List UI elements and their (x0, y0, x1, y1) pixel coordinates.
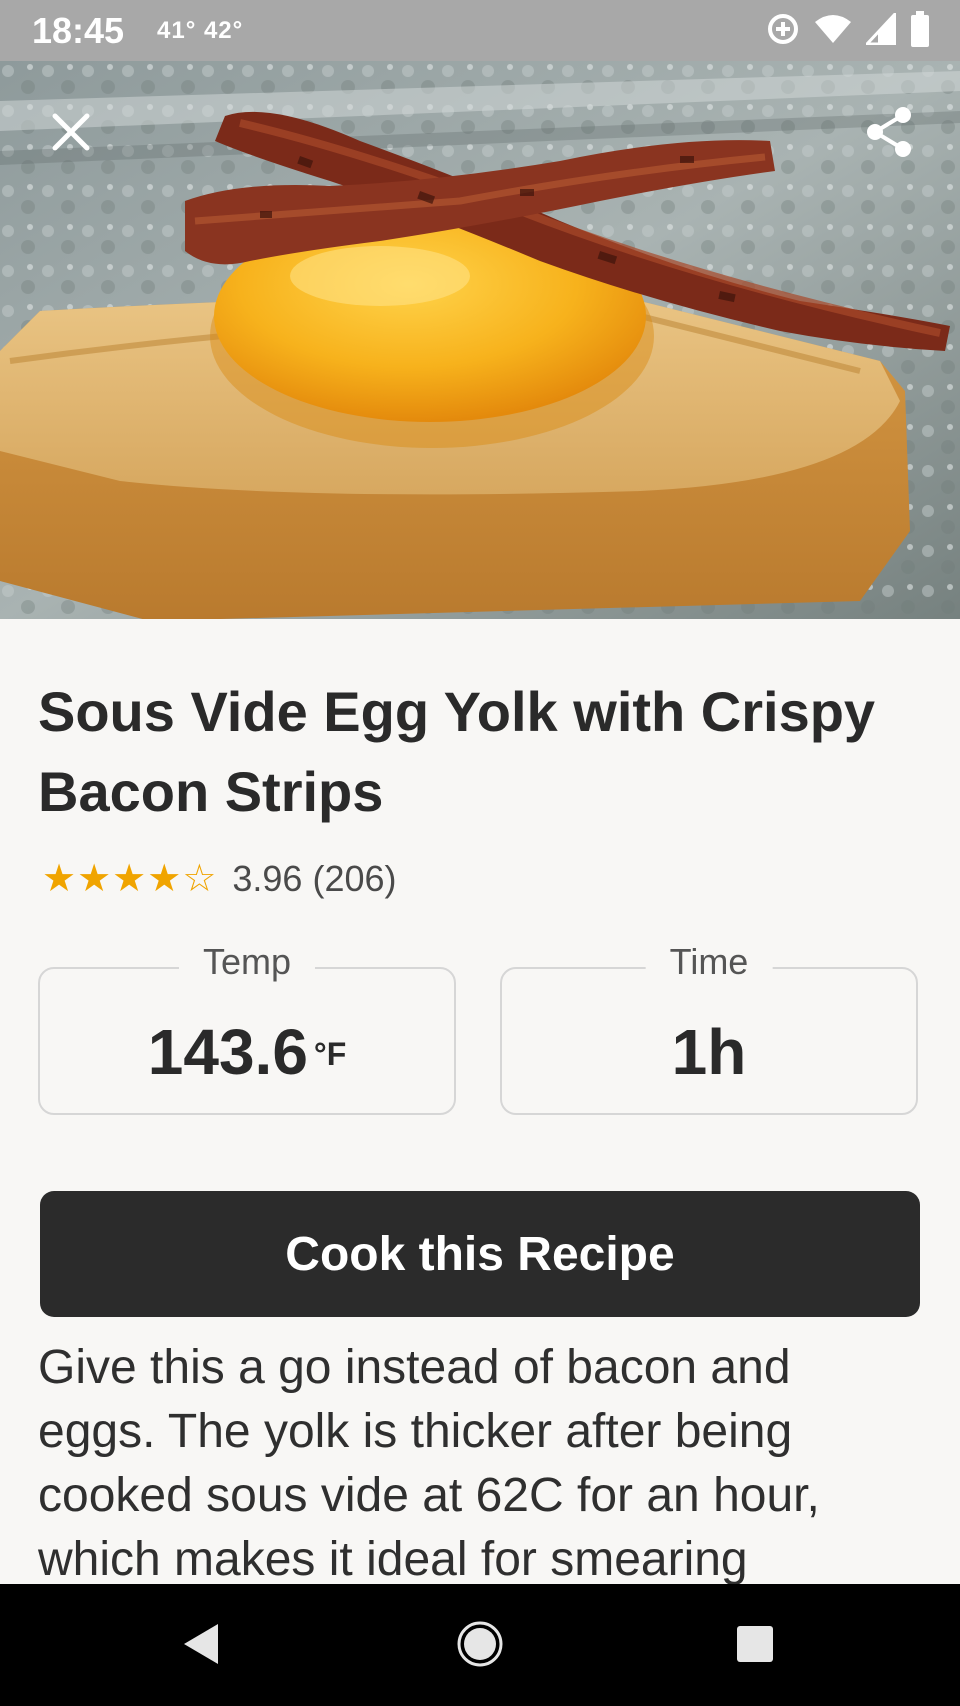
signal-icon (863, 9, 897, 50)
recipe-rating: ★ ★ ★ ★ ☆ 3.96 (206) (42, 855, 397, 903)
star-empty-icon: ☆ (182, 858, 217, 900)
nav-back-button[interactable] (162, 1604, 242, 1684)
recipe-title: Sous Vide Egg Yolk with Crispy Bacon Str… (38, 680, 876, 823)
cook-recipe-button[interactable]: Cook this Recipe (40, 1191, 920, 1317)
status-icons (766, 9, 930, 52)
star-filled-icon: ★ (112, 858, 147, 900)
nav-recents-button[interactable] (715, 1604, 795, 1684)
nav-home-button[interactable] (440, 1604, 520, 1684)
temp-value-wrap: 143.6 °F (40, 1017, 454, 1087)
status-time: 18:45 (32, 10, 125, 51)
home-icon (457, 1621, 503, 1667)
recipe-description: Give this a go instead of bacon and eggs… (38, 1341, 820, 1586)
close-button[interactable] (36, 97, 106, 167)
time-label: Time (645, 941, 773, 983)
rating-text: 3.96 (206) (232, 858, 397, 899)
hero-illustration (0, 61, 960, 619)
star-filled-icon: ★ (42, 858, 77, 900)
time-box: Time 1h (500, 941, 918, 1115)
status-bar: 18:45 41° 42° (0, 0, 960, 61)
battery-icon (910, 10, 930, 52)
status-temperatures: 41° 42° (157, 17, 244, 44)
star-filled-icon: ★ (147, 858, 182, 900)
temp-box: Temp 143.6 °F (38, 941, 456, 1115)
rating-stars: ★ ★ ★ ★ ☆ (42, 855, 216, 903)
close-icon (52, 113, 90, 151)
share-button[interactable] (854, 97, 924, 167)
time-value: 1h (671, 1016, 747, 1088)
wifi-icon (814, 14, 852, 49)
system-nav-bar (0, 1584, 960, 1706)
data-saver-icon (766, 12, 800, 51)
temp-label: Temp (178, 941, 316, 983)
back-icon (184, 1624, 218, 1664)
recents-icon (737, 1626, 773, 1662)
temp-value: 143.6 (147, 1016, 308, 1088)
share-icon (867, 107, 911, 157)
star-filled-icon: ★ (77, 858, 112, 900)
temp-unit: °F (313, 1036, 347, 1072)
recipe-hero-image (0, 61, 960, 619)
